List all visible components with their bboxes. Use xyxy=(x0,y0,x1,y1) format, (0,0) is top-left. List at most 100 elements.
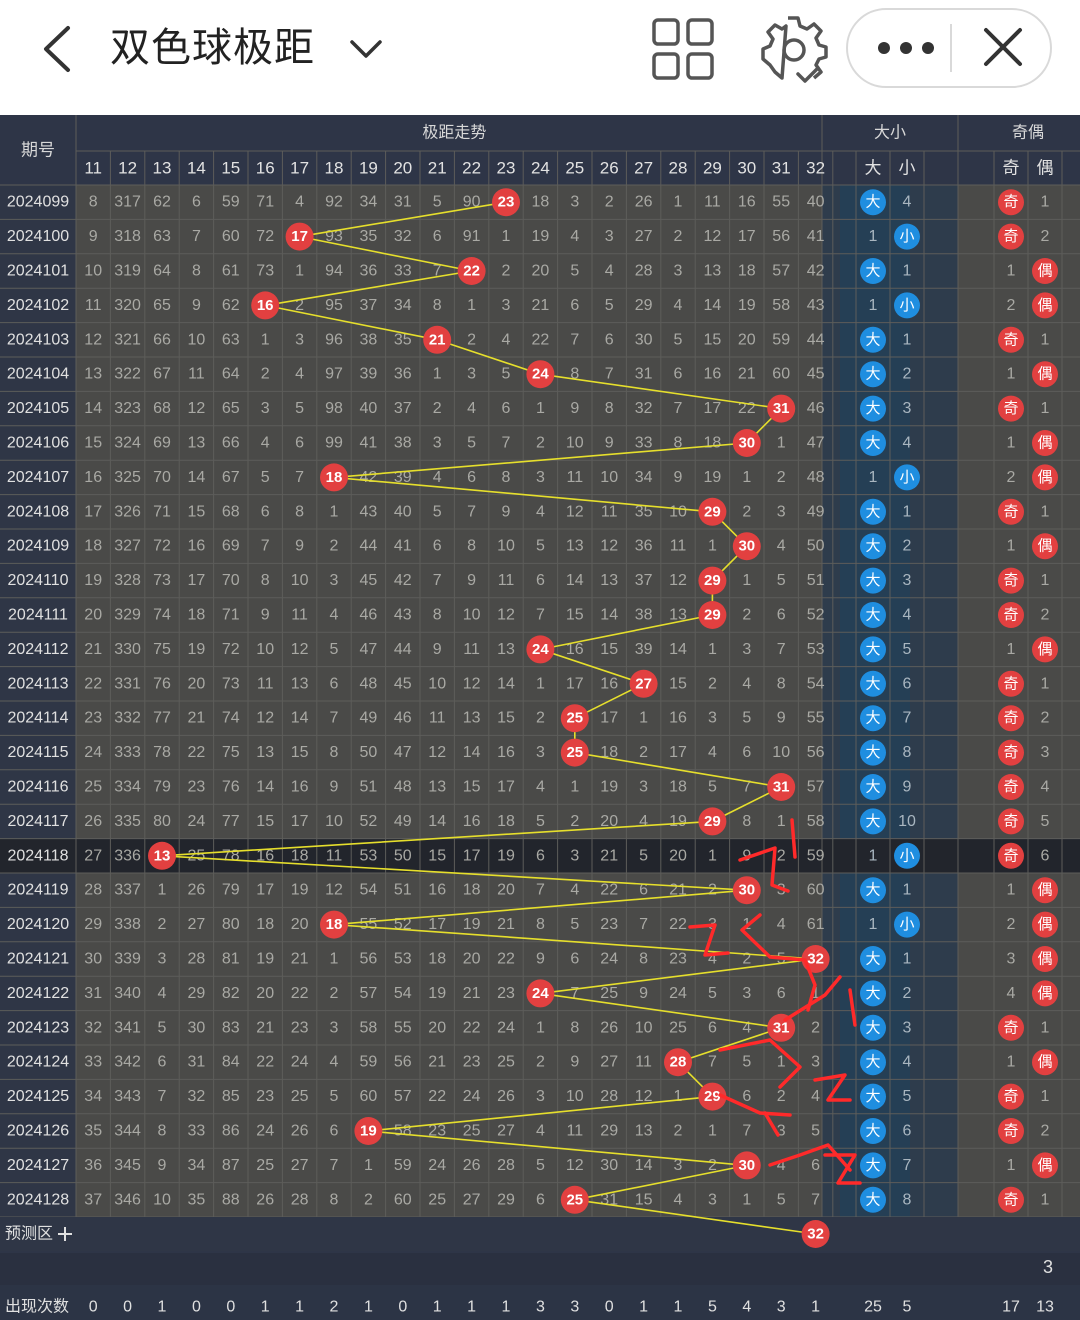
miss-count-cell: 21 xyxy=(600,847,618,864)
grid-view-button[interactable] xyxy=(650,16,716,82)
trend-header: 极距走势 xyxy=(422,124,486,142)
miss-count-cell: 24 xyxy=(256,1123,274,1140)
miss-count-cell: 11 xyxy=(635,1054,652,1071)
miss-count-cell: 11 xyxy=(463,641,480,658)
occurrence-count: 1 xyxy=(364,1299,373,1316)
miss-count-cell: 5 xyxy=(433,503,442,520)
miss-count-cell: 92 xyxy=(325,194,343,211)
miss-count-cell: 5 xyxy=(777,1191,786,1208)
miss-count-cell: 7 xyxy=(330,1157,339,1174)
miss-count-cell: 8 xyxy=(639,951,648,968)
size-count: 25 xyxy=(864,1299,882,1316)
miss-count-cell: 58 xyxy=(807,813,825,830)
occurrence-count: 0 xyxy=(605,1299,614,1316)
miss-count-cell: 21 xyxy=(497,916,515,933)
occurrence-count: 0 xyxy=(192,1299,201,1316)
miss-count-cell: 2 xyxy=(536,710,545,727)
page-title[interactable]: 双色球极距 xyxy=(110,22,315,74)
miss-count-cell: 30 xyxy=(600,1157,618,1174)
miss-count-cell: 10 xyxy=(600,469,618,486)
size-miss-cell: 1 xyxy=(903,503,912,520)
back-button[interactable] xyxy=(36,22,80,76)
miss-count-cell: 11 xyxy=(188,366,205,383)
miss-count-cell: 26 xyxy=(635,194,653,211)
miss-count-cell: 8 xyxy=(570,1019,579,1036)
size-miss-cell: 4 xyxy=(903,194,912,211)
column-header: 30 xyxy=(737,159,756,178)
size-ball-label: 大 xyxy=(865,366,880,383)
miss-count-cell: 4 xyxy=(674,1191,683,1208)
miss-count-cell: 22 xyxy=(188,744,206,761)
miss-count-cell: 4 xyxy=(261,435,270,452)
size-ball-label: 大 xyxy=(865,744,880,761)
settings-button[interactable] xyxy=(758,12,828,84)
miss-count-cell: 27 xyxy=(84,847,102,864)
miss-count-cell: 320 xyxy=(114,297,141,314)
miss-count-cell: 42 xyxy=(807,263,825,280)
parity-miss-cell: 2 xyxy=(1007,297,1016,314)
miss-count-cell: 1 xyxy=(295,263,304,280)
miss-count-cell: 1 xyxy=(433,366,442,383)
miss-count-cell: 22 xyxy=(463,1019,481,1036)
occurrence-count: 0 xyxy=(123,1299,132,1316)
size-ball-label: 小 xyxy=(899,469,914,486)
miss-count-cell: 5 xyxy=(467,435,476,452)
miss-count-cell: 32 xyxy=(84,1019,102,1036)
miss-count-cell: 58 xyxy=(360,1019,378,1036)
miss-count-cell: 13 xyxy=(463,710,481,727)
miss-count-cell: 23 xyxy=(497,985,515,1002)
miss-count-cell: 57 xyxy=(807,779,825,796)
miss-count-cell: 25 xyxy=(669,1019,687,1036)
occurrence-count: 0 xyxy=(89,1299,98,1316)
miss-count-cell: 68 xyxy=(222,503,240,520)
parity-miss-cell: 1 xyxy=(1007,263,1016,280)
miss-count-cell: 3 xyxy=(742,985,751,1002)
parity-ball-label: 奇 xyxy=(1003,331,1018,348)
miss-count-cell: 20 xyxy=(532,263,550,280)
period-cell: 2024122 xyxy=(7,985,69,1002)
parity-miss-cell: 1 xyxy=(1041,572,1050,589)
miss-count-cell: 44 xyxy=(394,641,412,658)
size-miss-cell: 1 xyxy=(903,882,912,899)
miss-count-cell: 3 xyxy=(708,1191,717,1208)
miss-count-cell: 7 xyxy=(639,916,648,933)
miss-count-cell: 2 xyxy=(777,1088,786,1105)
parity-ball-label: 偶 xyxy=(1037,1157,1052,1174)
miss-count-cell: 65 xyxy=(153,297,171,314)
miss-count-cell: 5 xyxy=(502,366,511,383)
miss-count-cell: 14 xyxy=(188,469,206,486)
miss-count-cell: 7 xyxy=(777,641,786,658)
occurrence-count: 3 xyxy=(536,1299,545,1316)
parity-count: 13 xyxy=(1036,1299,1054,1316)
miss-count-cell: 346 xyxy=(114,1191,141,1208)
title-dropdown[interactable] xyxy=(346,30,386,70)
miss-count-cell: 25 xyxy=(188,847,206,864)
miss-count-cell: 57 xyxy=(394,1088,412,1105)
miss-count-cell: 15 xyxy=(497,710,515,727)
hit-ball-label: 25 xyxy=(566,744,583,761)
miss-count-cell: 6 xyxy=(742,744,751,761)
miss-count-cell: 13 xyxy=(566,538,584,555)
miss-count-cell: 3 xyxy=(536,469,545,486)
miss-count-cell: 11 xyxy=(670,538,687,555)
miss-count-cell: 19 xyxy=(704,469,722,486)
miss-count-cell: 17 xyxy=(463,847,481,864)
miss-count-cell: 49 xyxy=(360,710,378,727)
miss-count-cell: 14 xyxy=(497,675,515,692)
miss-count-cell: 74 xyxy=(222,710,240,727)
hit-ball-label: 29 xyxy=(704,503,721,520)
miss-count-cell: 7 xyxy=(433,572,442,589)
miss-count-cell: 5 xyxy=(570,916,579,933)
miss-count-cell: 23 xyxy=(291,1019,309,1036)
close-button[interactable] xyxy=(952,10,1050,86)
miss-count-cell: 13 xyxy=(256,744,274,761)
miss-count-cell: 5 xyxy=(708,985,717,1002)
miss-count-cell: 13 xyxy=(291,675,309,692)
miss-count-cell: 20 xyxy=(463,951,481,968)
miss-count-cell: 33 xyxy=(84,1054,102,1071)
parity-ball-label: 偶 xyxy=(1037,641,1052,658)
miss-count-cell: 16 xyxy=(463,813,481,830)
more-button[interactable] xyxy=(848,10,950,86)
miss-count-cell: 4 xyxy=(639,813,648,830)
miss-count-cell: 11 xyxy=(704,194,721,211)
